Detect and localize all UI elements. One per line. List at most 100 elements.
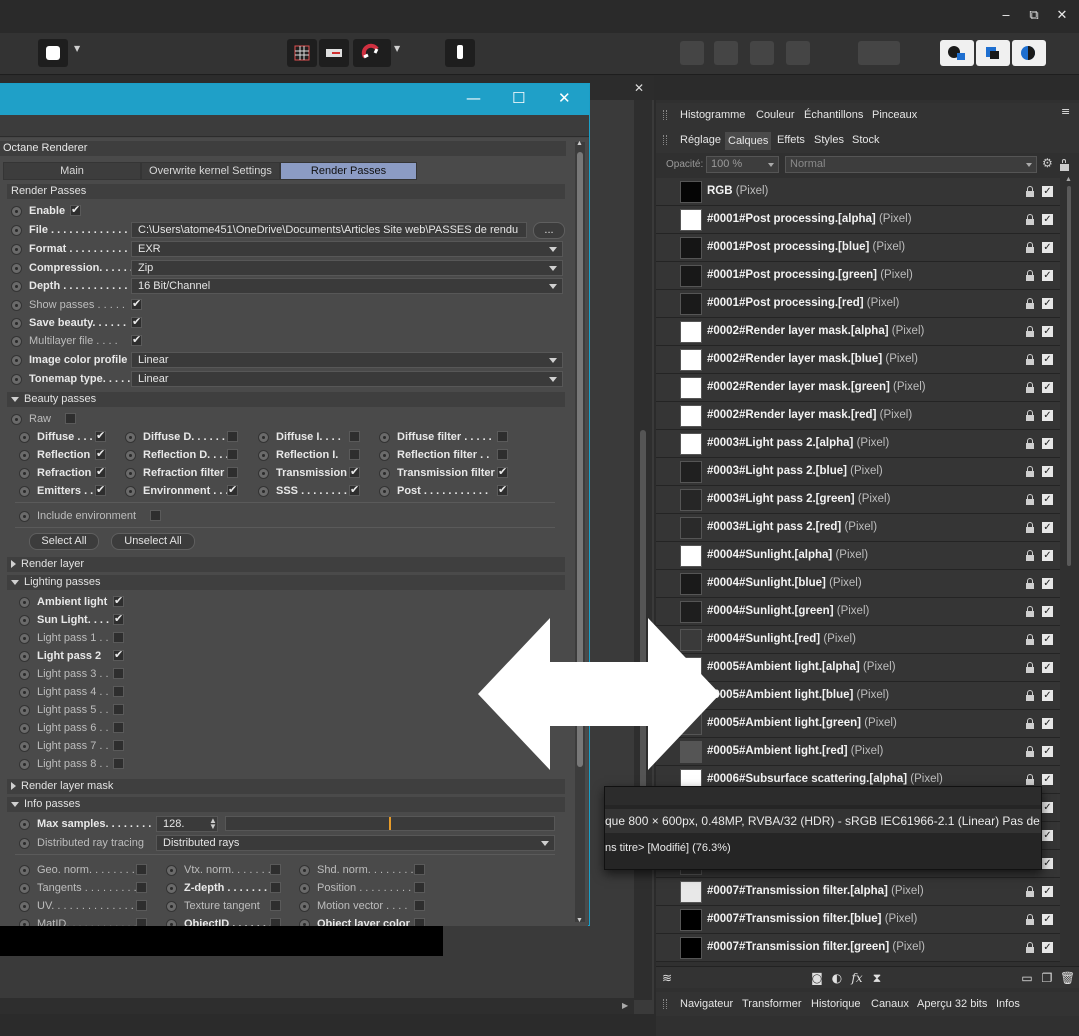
canvas-horizontal-scrollbar[interactable]: ▶: [0, 998, 634, 1014]
tab-overwrite-kernel-settings[interactable]: Overwrite kernel Settings: [141, 162, 280, 180]
multilayer-file-checkbox[interactable]: [131, 332, 142, 348]
lighting-pass-checkbox[interactable]: [113, 686, 124, 697]
info-pass-checkbox[interactable]: [136, 900, 147, 911]
animate-radio[interactable]: [19, 450, 30, 461]
animate-radio[interactable]: [11, 263, 22, 274]
animate-radio[interactable]: [258, 468, 269, 479]
show-passes-checkbox[interactable]: [131, 296, 142, 312]
lock-icon[interactable]: [1026, 942, 1034, 953]
tab-main[interactable]: Main: [3, 162, 141, 180]
layer-row[interactable]: #0002#Render layer mask.[blue] (Pixel) ✓: [656, 346, 1060, 374]
lock-icon[interactable]: [1026, 746, 1034, 757]
visibility-checkbox[interactable]: ✓: [1042, 634, 1053, 645]
restore-icon[interactable]: ⧉: [1022, 6, 1046, 26]
info-pass-checkbox[interactable]: [136, 864, 147, 875]
pass-checkbox[interactable]: [95, 446, 106, 462]
animate-radio[interactable]: [258, 432, 269, 443]
distribute-icon[interactable]: [858, 41, 900, 65]
tab-styles[interactable]: Styles: [814, 134, 844, 146]
lock-icon[interactable]: [1026, 662, 1034, 673]
animate-radio[interactable]: [166, 919, 177, 926]
animate-radio[interactable]: [19, 651, 30, 662]
lighting-pass-checkbox[interactable]: [113, 593, 124, 609]
lock-icon[interactable]: [1026, 494, 1034, 505]
animate-radio[interactable]: [166, 901, 177, 912]
visibility-checkbox[interactable]: ✓: [1042, 774, 1053, 785]
pass-checkbox[interactable]: [497, 449, 508, 460]
grid-button[interactable]: [287, 39, 317, 67]
lighting-pass-checkbox[interactable]: [113, 722, 124, 733]
info-pass-checkbox[interactable]: [414, 918, 425, 926]
visibility-checkbox[interactable]: ✓: [1042, 662, 1053, 673]
info-pass-checkbox[interactable]: [136, 882, 147, 893]
layer-row[interactable]: #0002#Render layer mask.[green] (Pixel) ✓: [656, 374, 1060, 402]
save-beauty-checkbox[interactable]: [131, 314, 142, 330]
pass-checkbox[interactable]: [349, 449, 360, 460]
animate-radio[interactable]: [19, 901, 30, 912]
info-passes-section[interactable]: Info passes: [7, 797, 565, 812]
info-pass-checkbox[interactable]: [270, 864, 281, 875]
visibility-checkbox[interactable]: ✓: [1042, 214, 1053, 225]
render-layer-section[interactable]: Render layer: [7, 557, 565, 572]
close-document-icon[interactable]: ✕: [634, 81, 644, 95]
tab-couleur[interactable]: Couleur: [756, 109, 795, 121]
fx-icon[interactable]: fx: [850, 971, 864, 985]
visibility-checkbox[interactable]: ✓: [1042, 298, 1053, 309]
layer-row[interactable]: #0002#Render layer mask.[alpha] (Pixel) ✓: [656, 318, 1060, 346]
lock-icon[interactable]: [1026, 466, 1034, 477]
visibility-checkbox[interactable]: ✓: [1042, 858, 1053, 869]
file-path-input[interactable]: C:\Users\atome451\OneDrive\Documents\Art…: [131, 222, 527, 238]
animate-radio[interactable]: [299, 901, 310, 912]
animate-radio[interactable]: [379, 486, 390, 497]
info-pass-checkbox[interactable]: [414, 882, 425, 893]
visibility-checkbox[interactable]: ✓: [1042, 942, 1053, 953]
unselect-all-button[interactable]: Unselect All: [111, 533, 195, 550]
plugin-close-icon[interactable]: ✕: [558, 89, 571, 107]
enable-checkbox[interactable]: [70, 202, 81, 218]
drag-handle-icon[interactable]: [663, 135, 667, 145]
layer-row[interactable]: #0003#Light pass 2.[green] (Pixel) ✓: [656, 486, 1060, 514]
animate-radio[interactable]: [11, 281, 22, 292]
duplicate-icon[interactable]: ❐: [1040, 971, 1054, 985]
max-samples-slider[interactable]: [225, 816, 555, 831]
pass-checkbox[interactable]: [497, 431, 508, 442]
pass-checkbox[interactable]: [227, 449, 238, 460]
opacity-input[interactable]: 100 %: [706, 156, 779, 173]
animate-radio[interactable]: [166, 865, 177, 876]
info-pass-checkbox[interactable]: [270, 900, 281, 911]
layer-row[interactable]: #0007#Transmission filter.[blue] (Pixel)…: [656, 906, 1060, 934]
beauty-passes-section[interactable]: Beauty passes: [7, 392, 565, 407]
scroll-up-icon[interactable]: ▲: [1065, 176, 1072, 183]
visibility-checkbox[interactable]: ✓: [1042, 690, 1053, 701]
visibility-checkbox[interactable]: ✓: [1042, 606, 1053, 617]
lock-icon[interactable]: [1026, 438, 1034, 449]
adjustment-icon[interactable]: ◐: [830, 971, 844, 985]
visibility-checkbox[interactable]: ✓: [1042, 186, 1053, 197]
animate-radio[interactable]: [19, 741, 30, 752]
animate-radio[interactable]: [19, 468, 30, 479]
lock-icon[interactable]: [1026, 718, 1034, 729]
animate-radio[interactable]: [11, 355, 22, 366]
animate-radio[interactable]: [19, 919, 30, 926]
drag-handle-icon[interactable]: [663, 999, 667, 1009]
animate-radio[interactable]: [379, 468, 390, 479]
arrange-icon[interactable]: [680, 41, 704, 65]
visibility-checkbox[interactable]: ✓: [1042, 326, 1053, 337]
animate-radio[interactable]: [299, 919, 310, 926]
visibility-checkbox[interactable]: ✓: [1042, 886, 1053, 897]
animate-radio[interactable]: [258, 486, 269, 497]
chevron-down-icon[interactable]: ▼: [394, 44, 400, 53]
panel-menu-icon[interactable]: ≡: [1061, 105, 1070, 118]
info-pass-checkbox[interactable]: [270, 882, 281, 893]
gear-icon[interactable]: ⚙: [1042, 156, 1053, 170]
info-pass-checkbox[interactable]: [414, 900, 425, 911]
layer-row[interactable]: #0003#Light pass 2.[alpha] (Pixel) ✓: [656, 430, 1060, 458]
animate-radio[interactable]: [19, 669, 30, 680]
animate-radio[interactable]: [19, 511, 30, 522]
pass-checkbox[interactable]: [95, 464, 106, 480]
animate-radio[interactable]: [125, 486, 136, 497]
lock-icon[interactable]: [1026, 578, 1034, 589]
pass-checkbox[interactable]: [227, 467, 238, 478]
tab-render-passes[interactable]: Render Passes: [280, 162, 417, 180]
pass-checkbox[interactable]: [349, 431, 360, 442]
